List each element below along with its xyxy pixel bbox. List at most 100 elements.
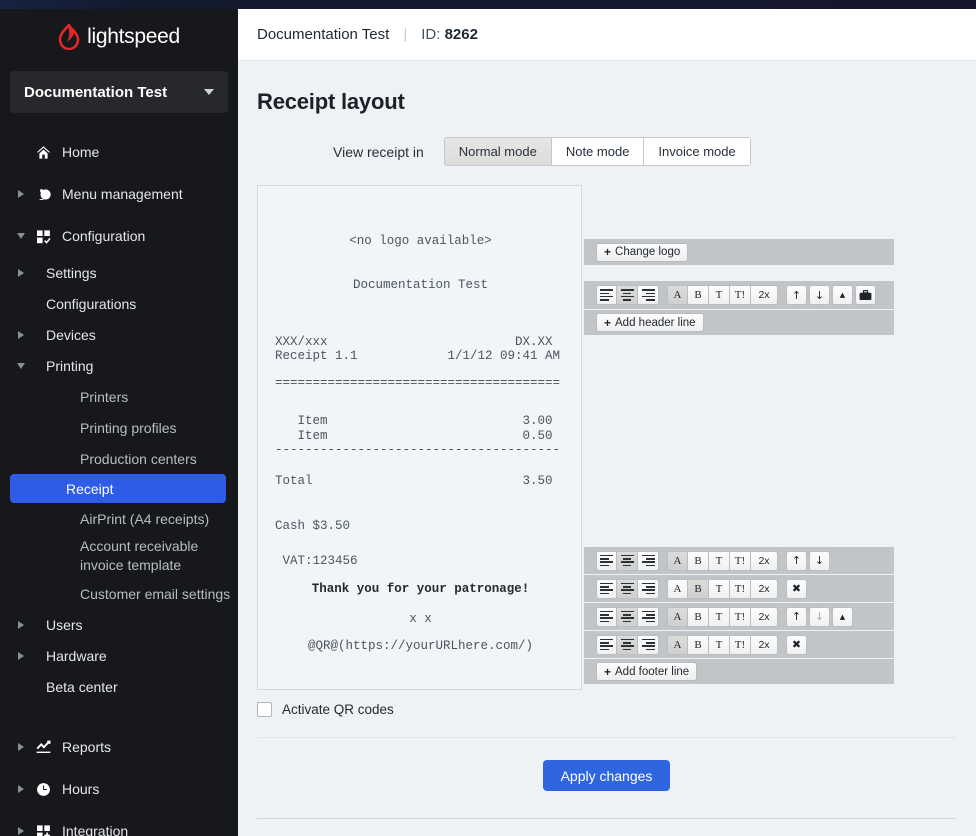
arrow-down-icon[interactable]: ↓ bbox=[809, 550, 830, 571]
receipt-line[interactable]: Item 3.00 bbox=[258, 415, 583, 428]
sidebar-item-airprint-a4-receipts[interactable]: AirPrint (A4 receipts) bbox=[0, 503, 238, 534]
browser-top-strip bbox=[0, 0, 976, 9]
font-bold-button[interactable]: B bbox=[688, 550, 709, 571]
font-wide-button[interactable]: T! bbox=[730, 578, 751, 599]
receipt-line[interactable]: <no logo available> bbox=[258, 235, 583, 248]
align-right-icon[interactable] bbox=[638, 550, 659, 571]
sidebar-item-configurations[interactable]: Configurations bbox=[0, 288, 238, 319]
sidebar-item-production-centers[interactable]: Production centers bbox=[0, 443, 238, 474]
font-normal-button[interactable]: A bbox=[667, 578, 688, 599]
sidebar-item-users[interactable]: Users bbox=[0, 609, 238, 640]
arrow-up-icon[interactable]: ↑ bbox=[786, 606, 807, 627]
font-bold-button[interactable]: B bbox=[688, 606, 709, 627]
align-right-icon[interactable] bbox=[638, 578, 659, 599]
align-left-icon[interactable] bbox=[596, 578, 617, 599]
sidebar-item-configuration[interactable]: Configuration bbox=[0, 215, 238, 257]
receipt-line[interactable]: ====================================== bbox=[258, 377, 583, 390]
sidebar-item-hours[interactable]: Hours bbox=[0, 768, 238, 810]
align-center-icon[interactable] bbox=[617, 285, 638, 305]
add-header-line-button[interactable]: + Add header line bbox=[596, 313, 704, 332]
align-right-icon[interactable] bbox=[638, 634, 659, 655]
font-double-size-button[interactable]: 2x bbox=[751, 550, 778, 571]
align-right-icon[interactable] bbox=[638, 606, 659, 627]
align-center-icon[interactable] bbox=[617, 550, 638, 571]
receipt-line[interactable]: -------------------------------------- bbox=[258, 444, 583, 457]
view-mode-invoice-mode[interactable]: Invoice mode bbox=[644, 137, 751, 166]
font-bold-button[interactable]: B bbox=[688, 285, 709, 305]
font-tall-button[interactable]: T bbox=[709, 634, 730, 655]
font-double-size-button[interactable]: 2x bbox=[751, 578, 778, 599]
close-icon[interactable]: ✖ bbox=[786, 578, 807, 599]
add-footer-line-button[interactable]: + Add footer line bbox=[596, 662, 698, 681]
receipt-line[interactable]: x x bbox=[258, 613, 583, 626]
receipt-line[interactable]: Item 0.50 bbox=[258, 430, 583, 443]
sidebar-item-printing[interactable]: Printing bbox=[0, 350, 238, 381]
collapse-icon[interactable]: ▲ bbox=[832, 285, 853, 305]
sidebar-item-printers[interactable]: Printers bbox=[0, 381, 238, 412]
font-double-size-button[interactable]: 2x bbox=[751, 634, 778, 655]
font-wide-button[interactable]: T! bbox=[730, 550, 751, 571]
collapse-icon[interactable]: ▲ bbox=[832, 606, 853, 627]
apply-changes-button[interactable]: Apply changes bbox=[542, 760, 671, 791]
font-normal-button[interactable]: A bbox=[667, 606, 688, 627]
font-tall-button[interactable]: T bbox=[709, 285, 730, 305]
sidebar-item-receipt[interactable]: Receipt bbox=[10, 474, 226, 503]
align-left-icon[interactable] bbox=[596, 550, 617, 571]
font-tall-button[interactable]: T bbox=[709, 578, 730, 599]
close-icon[interactable]: ✖ bbox=[786, 634, 807, 655]
sidebar-item-hardware[interactable]: Hardware bbox=[0, 640, 238, 671]
alignment-group bbox=[596, 285, 659, 305]
font-normal-button[interactable]: A bbox=[667, 634, 688, 655]
sidebar-item-menu-management[interactable]: Menu management bbox=[0, 173, 238, 215]
receipt-line[interactable]: XXX/xxx DX.XX bbox=[258, 336, 583, 349]
font-bold-button[interactable]: B bbox=[688, 578, 709, 599]
align-left-icon[interactable] bbox=[596, 285, 617, 305]
receipt-line[interactable]: Cash $3.50 bbox=[258, 520, 583, 533]
align-left-icon[interactable] bbox=[596, 634, 617, 655]
font-double-size-button[interactable]: 2x bbox=[751, 285, 778, 305]
receipt-line[interactable]: VAT:123456 bbox=[258, 555, 583, 568]
font-tall-button[interactable]: T bbox=[709, 550, 730, 571]
arrow-down-icon[interactable]: ↓ bbox=[809, 285, 830, 305]
sidebar-item-reports[interactable]: Reports bbox=[0, 726, 238, 768]
arrow-down-icon[interactable]: ↓ bbox=[809, 606, 830, 627]
sidebar-item-beta-center[interactable]: Beta center bbox=[0, 671, 238, 702]
font-tall-button[interactable]: T bbox=[709, 606, 730, 627]
font-wide-button[interactable]: T! bbox=[730, 634, 751, 655]
band-gap-1 bbox=[584, 265, 894, 281]
change-logo-button[interactable]: + Change logo bbox=[596, 242, 689, 262]
receipt-preview[interactable]: <no logo available> Documentation Test XXX… bbox=[257, 185, 582, 690]
arrow-up-icon[interactable]: ↑ bbox=[786, 285, 807, 305]
view-mode-note-mode[interactable]: Note mode bbox=[551, 137, 645, 166]
font-wide-button[interactable]: T! bbox=[730, 285, 751, 305]
align-left-icon[interactable] bbox=[596, 606, 617, 627]
arrow-up-icon[interactable]: ↑ bbox=[786, 550, 807, 571]
sidebar-item-label: Menu management bbox=[62, 186, 183, 202]
sidebar-item-printing-profiles[interactable]: Printing profiles bbox=[0, 412, 238, 443]
font-double-size-button[interactable]: 2x bbox=[751, 606, 778, 627]
font-normal-button[interactable]: A bbox=[667, 285, 688, 305]
receipt-line[interactable]: Thank you for your patronage! bbox=[258, 583, 583, 596]
align-center-icon[interactable] bbox=[617, 578, 638, 599]
font-bold-button[interactable]: B bbox=[688, 634, 709, 655]
font-normal-button[interactable]: A bbox=[667, 550, 688, 571]
align-center-icon[interactable] bbox=[617, 634, 638, 655]
view-mode-normal-mode[interactable]: Normal mode bbox=[443, 137, 552, 166]
align-center-icon[interactable] bbox=[617, 606, 638, 627]
sidebar-item-home[interactable]: Home bbox=[0, 131, 238, 173]
activate-qr-checkbox[interactable] bbox=[257, 702, 272, 717]
receipt-line[interactable]: Documentation Test bbox=[258, 279, 583, 292]
receipt-line[interactable]: Receipt 1.1 1/1/12 09:41 AM bbox=[258, 350, 583, 363]
briefcase-icon[interactable] bbox=[855, 285, 876, 305]
sidebar-item-account-receivable-invoice-template[interactable]: Account receivable invoice template bbox=[0, 534, 238, 578]
sidebar-item-integration[interactable]: Integration bbox=[0, 810, 238, 836]
receipt-line[interactable]: Total 3.50 bbox=[258, 475, 583, 488]
add-footer-line-band: + Add footer line bbox=[584, 659, 894, 684]
receipt-line[interactable]: @QR@(https://yourURLhere.com/) bbox=[258, 640, 583, 653]
font-wide-button[interactable]: T! bbox=[730, 606, 751, 627]
align-right-icon[interactable] bbox=[638, 285, 659, 305]
account-switcher[interactable]: Documentation Test bbox=[10, 71, 228, 113]
sidebar-item-customer-email-settings[interactable]: Customer email settings bbox=[0, 578, 238, 609]
sidebar-item-settings[interactable]: Settings bbox=[0, 257, 238, 288]
sidebar-item-devices[interactable]: Devices bbox=[0, 319, 238, 350]
